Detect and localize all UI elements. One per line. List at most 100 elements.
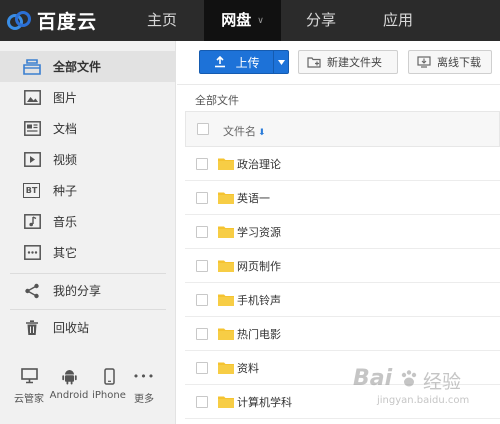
folder-icon [218,260,234,272]
file-name[interactable]: 英语一 [237,190,270,206]
share-icon [23,282,41,300]
column-header-label: 文件名 [223,125,256,138]
music-icon [23,213,41,231]
device-label: iPhone [92,390,126,401]
caret-down-icon [277,59,285,65]
sidebar-item-recycle-bin[interactable]: 回收站 [0,312,176,343]
upload-button[interactable]: 上传 [199,50,289,74]
nav-netdisk-label: 网盘 [221,11,252,29]
table-row[interactable]: 学习资源 [185,215,500,249]
nav-home-label: 主页 [146,11,177,29]
row-checkbox[interactable] [196,226,208,238]
sidebar-item-label: 文档 [53,122,78,136]
sidebar-item-music[interactable]: 音乐 [0,206,176,237]
image-icon [23,89,41,107]
folder-icon [218,226,234,238]
device-label: 更多 [134,394,154,405]
folder-icon [218,158,234,170]
other-icon [23,244,41,262]
sidebar-item-all-files[interactable]: 全部文件 [0,51,176,82]
torrent-icon-text: BT [25,185,38,195]
watermark-cn: 经验 [423,371,462,393]
file-name[interactable]: 资料 [237,360,259,376]
nav-apps-label: 应用 [382,11,413,29]
nav-netdisk[interactable]: 网盘 ∨ [204,0,281,41]
device-link-android[interactable]: Android [48,366,90,401]
upload-icon [214,56,225,68]
new-folder-icon [307,56,321,68]
sidebar: 全部文件 图片 文档 视频 BT 种子 音乐 其它 我的分享 回收站 云管家 A… [0,41,176,424]
offline-download-label: 离线下载 [437,56,481,69]
nav-share-label: 分享 [305,11,336,29]
watermark-brand: Bai [353,366,393,391]
video-icon [23,151,41,169]
row-checkbox[interactable] [196,260,208,272]
sidebar-item-label: 全部文件 [53,60,102,74]
baidu-cloud-logo[interactable]: 百度云 [5,6,97,34]
desktop-icon [13,366,45,386]
baidu-jingyan-watermark: Bai 经验 jingyan.baidu.com [347,366,497,410]
top-navigation-bar: 百度云 主页 网盘 ∨ 分享 应用 [0,0,500,41]
android-icon [48,366,90,386]
upload-dropdown-button[interactable] [273,51,288,73]
trash-icon [23,319,41,337]
table-row[interactable]: 热门电影 [185,317,500,351]
sidebar-item-images[interactable]: 图片 [0,82,176,113]
offline-download-button[interactable]: 离线下载 [408,50,492,74]
chevron-down-icon[interactable]: ∨ [257,16,264,26]
device-link-more[interactable]: ••• 更多 [130,366,158,406]
file-name[interactable]: 网页制作 [237,258,281,274]
sidebar-item-videos[interactable]: 视频 [0,144,176,175]
cloud-logo-icon [7,11,31,30]
file-name[interactable]: 热门电影 [237,326,281,342]
sidebar-divider [10,273,166,274]
device-label: 云管家 [14,394,44,405]
sidebar-divider [10,309,166,310]
sidebar-item-label: 音乐 [53,215,78,229]
table-row[interactable]: 手机铃声 [185,283,500,317]
sidebar-item-my-share[interactable]: 我的分享 [0,275,176,306]
file-name[interactable]: 手机铃声 [237,292,281,308]
row-checkbox[interactable] [196,328,208,340]
row-checkbox[interactable] [196,396,208,408]
toolbar: 上传 新建文件夹 离线下载 [177,41,500,85]
column-header-filename[interactable]: 文件名 ⬇ [223,123,266,139]
sidebar-item-torrents[interactable]: BT 种子 [0,175,176,206]
sidebar-item-documents[interactable]: 文档 [0,113,176,144]
table-row[interactable]: 网页制作 [185,249,500,283]
file-name[interactable]: 政治理论 [237,156,281,172]
table-row[interactable]: 英语一 [185,181,500,215]
row-checkbox[interactable] [196,158,208,170]
nav-apps[interactable]: 应用 [361,0,435,41]
logo-text: 百度云 [37,10,98,33]
more-icon-dots: ••• [132,369,156,383]
device-link-iphone[interactable]: iPhone [92,366,126,401]
breadcrumb[interactable]: 全部文件 [195,92,239,108]
new-folder-button[interactable]: 新建文件夹 [298,50,398,74]
device-link-desktop[interactable]: 云管家 [13,366,45,405]
sidebar-item-label: 回收站 [53,321,90,335]
offline-download-icon [417,56,431,68]
folder-icon [218,294,234,306]
sidebar-item-label: 其它 [53,246,78,260]
upload-button-main[interactable]: 上传 [200,54,273,71]
row-checkbox[interactable] [196,294,208,306]
row-checkbox[interactable] [196,192,208,204]
paw-icon [401,370,417,387]
torrent-icon: BT [23,183,40,198]
row-checkbox[interactable] [196,362,208,374]
table-row[interactable]: 政治理论 [185,147,500,181]
sidebar-item-label: 视频 [53,153,78,167]
upload-label: 上传 [235,55,260,70]
file-name[interactable]: 计算机学科 [237,394,292,410]
sidebar-item-other[interactable]: 其它 [0,237,176,268]
file-name[interactable]: 学习资源 [237,224,281,240]
nav-share[interactable]: 分享 [281,0,361,41]
select-all-checkbox[interactable] [197,123,209,135]
iphone-icon [92,366,126,386]
all-files-icon [23,58,41,76]
folder-icon [218,362,234,374]
nav-home[interactable]: 主页 [120,0,204,41]
sidebar-item-label: 种子 [53,184,78,198]
watermark-url: jingyan.baidu.com [377,395,470,406]
